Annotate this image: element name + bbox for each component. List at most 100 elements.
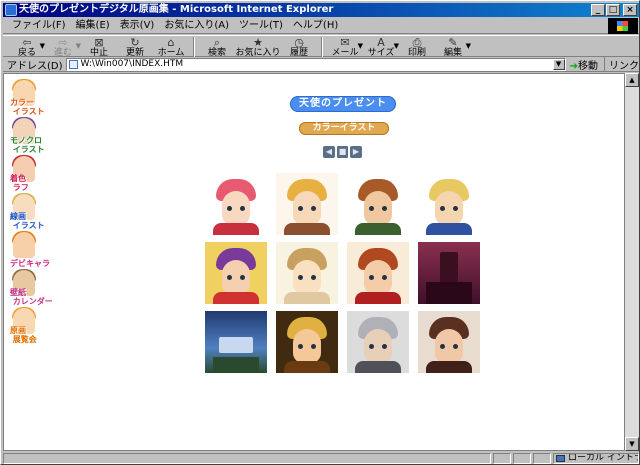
thumb-witch-girl[interactable]: [205, 242, 267, 304]
maximize-button[interactable]: □: [606, 4, 620, 16]
menu-help[interactable]: ヘルプ(H): [288, 19, 343, 33]
nav-colored-rough[interactable]: 着色 ラフ: [10, 155, 50, 192]
security-zone: ローカル イントラネット: [553, 452, 639, 464]
edit-dropdown-icon[interactable]: ▼: [466, 42, 471, 50]
close-button[interactable]: ×: [623, 4, 637, 16]
links-button[interactable]: リンク: [604, 57, 639, 72]
windows-logo-icon: [608, 18, 638, 34]
history-button[interactable]: ◷ 履歴: [281, 36, 317, 58]
status-pane: [513, 452, 531, 464]
thumb-dark-haired-man[interactable]: [418, 311, 480, 373]
menu-edit[interactable]: 編集(E): [71, 19, 115, 33]
refresh-button[interactable]: ↻ 更新: [117, 36, 153, 58]
font-size-icon: A: [377, 36, 385, 49]
nav-face-icon: [13, 232, 35, 258]
nav-label: モノクロ イラスト: [10, 136, 45, 154]
search-button[interactable]: ⌕ 検索: [199, 36, 235, 58]
stop-icon: ⊠: [94, 36, 104, 49]
stop-button[interactable]: ⊠ 中止: [81, 36, 117, 58]
index-page-button[interactable]: ■: [337, 146, 348, 158]
refresh-label: 更新: [125, 48, 144, 58]
thumb-blond-boy[interactable]: [418, 173, 480, 235]
thumb-pink-haired-girl[interactable]: [205, 173, 267, 235]
address-dropdown-icon[interactable]: ▼: [552, 59, 565, 70]
favorites-button[interactable]: ★ お気に入り: [235, 36, 281, 58]
menu-bar: ファイル(F) 編集(E) 表示(V) お気に入り(A) ツール(T) ヘルプ(…: [3, 18, 639, 34]
nav-label: 線画 イラスト: [10, 212, 45, 230]
menu-tools[interactable]: ツール(T): [234, 19, 288, 33]
ie-app-icon: [5, 4, 17, 16]
site-title-banner[interactable]: 天使のプレゼント: [290, 96, 396, 112]
nav-color-illust[interactable]: カラー イラスト: [10, 79, 50, 116]
print-button[interactable]: ⎙ 印刷: [399, 36, 435, 58]
favorites-icon: ★: [253, 36, 263, 49]
side-navigation: カラー イラスト モノクロ イラスト 着色 ラフ 線画 イラスト デビキャラ 壁…: [10, 79, 53, 346]
illustration-gallery: [205, 173, 481, 373]
page-icon: [68, 60, 78, 69]
toolbar-separator: [193, 37, 195, 57]
address-input[interactable]: W:\Win007\INDEX.HTM ▼: [65, 58, 566, 71]
minimize-button[interactable]: _: [591, 4, 605, 16]
go-label: 移動: [578, 61, 598, 72]
thumb-silver-haired-boy[interactable]: [347, 311, 409, 373]
section-title-banner: カラーイラスト: [299, 122, 389, 135]
edit-button[interactable]: ✎ 編集 ▼: [435, 36, 471, 58]
edit-icon: ✎: [448, 36, 458, 49]
size-button[interactable]: A サイズ ▼: [363, 36, 399, 58]
toolbar-separator: [321, 37, 323, 57]
nav-exhibition[interactable]: 原画 展覧会: [10, 307, 50, 344]
thumb-smiling-girl[interactable]: [276, 311, 338, 373]
thumb-night-castle[interactable]: [205, 311, 267, 373]
menu-view[interactable]: 表示(V): [115, 19, 160, 33]
page-content: カラー イラスト モノクロ イラスト 着色 ラフ 線画 イラスト デビキャラ 壁…: [3, 73, 625, 451]
address-bar: アドレス(D) W:\Win007\INDEX.HTM ▼ ➔移動 リンク: [3, 57, 639, 72]
vertical-scrollbar[interactable]: ▲ ▼: [625, 73, 639, 451]
nav-wallpaper-calendar[interactable]: 壁紙 カレンダー: [10, 269, 53, 306]
menu-favorites[interactable]: お気に入り(A): [159, 19, 234, 33]
thumb-sketch-girl[interactable]: [276, 242, 338, 304]
status-pane: [493, 452, 511, 464]
nav-label: 着色 ラフ: [10, 174, 29, 192]
scroll-up-icon[interactable]: ▲: [625, 73, 639, 87]
search-icon: ⌕: [213, 36, 221, 49]
search-label: 検索: [207, 48, 226, 58]
forward-button[interactable]: ⇨ 進む ▼: [45, 36, 81, 58]
address-url: W:\Win007\INDEX.HTM: [80, 59, 184, 69]
favorites-label: お気に入り: [235, 48, 281, 58]
history-icon: ◷: [294, 36, 304, 49]
page-navigation: ◀ ■ ▶: [323, 146, 362, 158]
standard-toolbar: ⇦ 戻る ▼ ⇨ 進む ▼ ⊠ 中止 ↻ 更新 ⌂ ホーム ⌕ 検索 ★ お気に…: [3, 35, 639, 58]
stop-label: 中止: [89, 48, 108, 58]
thumb-goggles-girl[interactable]: [347, 242, 409, 304]
status-bar: ローカル イントラネット: [3, 452, 639, 464]
address-label: アドレス(D): [7, 61, 63, 72]
go-arrow-icon: ➔: [569, 61, 578, 72]
mail-icon: ✉: [340, 36, 350, 49]
scroll-down-icon[interactable]: ▼: [625, 437, 639, 451]
intranet-icon: [556, 454, 565, 462]
back-button[interactable]: ⇦ 戻る ▼: [9, 36, 45, 58]
print-label: 印刷: [407, 48, 426, 58]
nav-line-art[interactable]: 線画 イラスト: [10, 193, 50, 230]
thumb-blonde-girl[interactable]: [276, 173, 338, 235]
nav-mono-illust[interactable]: モノクロ イラスト: [10, 117, 50, 154]
go-button[interactable]: ➔移動: [570, 57, 598, 72]
nav-label: カラー イラスト: [10, 98, 45, 116]
home-button[interactable]: ⌂ ホーム: [153, 36, 189, 58]
mail-button[interactable]: ✉ メール ▼: [327, 36, 363, 58]
refresh-icon: ↻: [130, 36, 140, 49]
prev-page-button[interactable]: ◀: [323, 146, 335, 158]
thumb-castle-scene[interactable]: [418, 242, 480, 304]
status-pane: [533, 452, 551, 464]
browser-window: 天使のプレゼントデジタル原画集 - Microsoft Internet Exp…: [0, 0, 640, 465]
nav-label: 壁紙 カレンダー: [10, 288, 53, 306]
menu-file[interactable]: ファイル(F): [7, 19, 71, 33]
print-icon: ⎙: [412, 36, 422, 49]
nav-label: 原画 展覧会: [10, 326, 37, 344]
thumb-auburn-boy[interactable]: [347, 173, 409, 235]
zone-label: ローカル イントラネット: [568, 452, 638, 463]
history-label: 履歴: [289, 48, 308, 58]
window-title: 天使のプレゼントデジタル原画集 - Microsoft Internet Exp…: [19, 4, 334, 15]
nav-chibi-chara[interactable]: デビキャラ: [10, 231, 50, 268]
next-page-button[interactable]: ▶: [350, 146, 362, 158]
